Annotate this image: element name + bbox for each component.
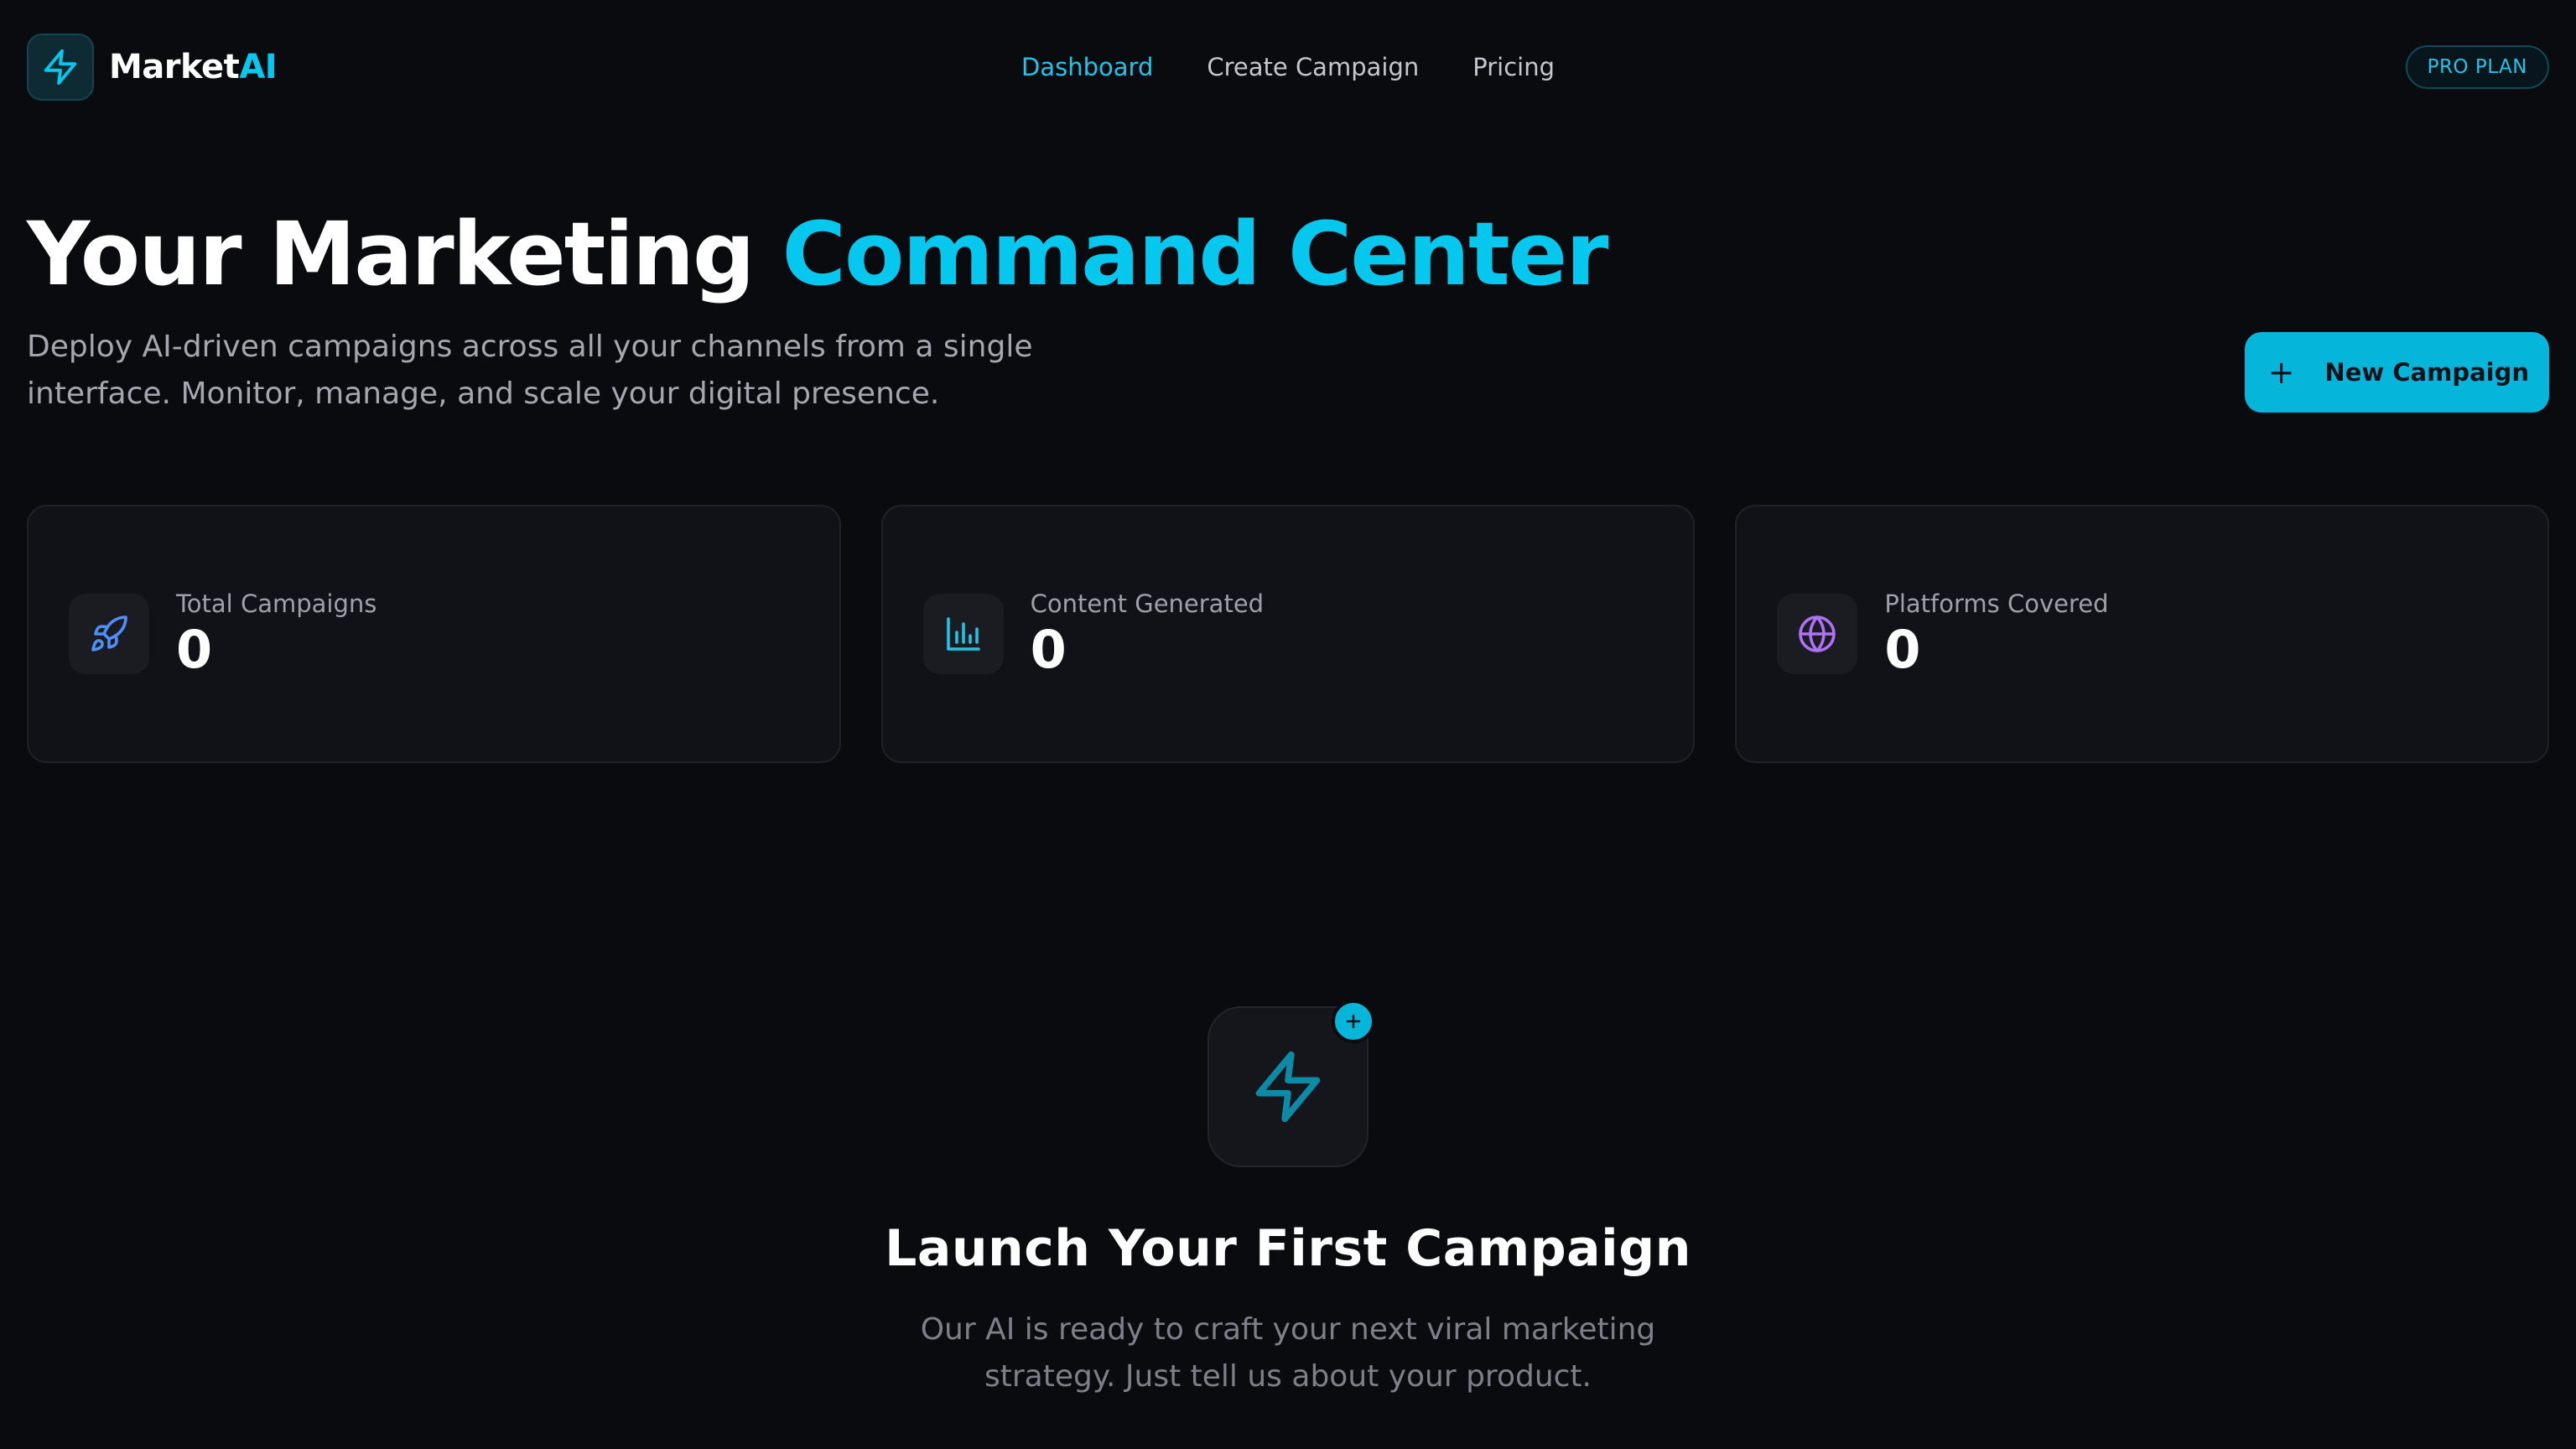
- logo-text-main: Market: [109, 48, 240, 86]
- logo-text: MarketAI: [109, 48, 278, 86]
- stats-row: Total Campaigns 0 Content Generated 0 Pl…: [27, 505, 2550, 764]
- stat-text: Platforms Covered 0: [1884, 589, 2108, 678]
- stat-value: 0: [1030, 619, 1067, 681]
- stat-label: Content Generated: [1030, 589, 1265, 619]
- empty-state-title: Launch Your First Campaign: [885, 1219, 1691, 1279]
- hero-section: Your Marketing Command Center Deploy AI-…: [27, 206, 2549, 418]
- stat-label: Platforms Covered: [1884, 589, 2109, 619]
- new-campaign-label: New Campaign: [2324, 358, 2529, 387]
- empty-state-description: Our AI is ready to craft your next viral…: [920, 1312, 1656, 1394]
- stat-value: 0: [176, 619, 213, 681]
- top-navigation-bar: MarketAI Dashboard Create Campaign Prici…: [27, 0, 2549, 134]
- plus-icon: +: [2267, 354, 2295, 391]
- nav-pricing[interactable]: Pricing: [1472, 53, 1555, 81]
- stat-card-total-campaigns: Total Campaigns 0: [27, 505, 841, 764]
- stat-label: Total Campaigns: [176, 589, 377, 619]
- nav-create-campaign[interactable]: Create Campaign: [1207, 53, 1419, 81]
- pro-plan-badge: PRO PLAN: [2405, 45, 2549, 89]
- page-title: Your Marketing Command Center: [27, 206, 2549, 302]
- stat-card-platforms-covered: Platforms Covered 0: [1735, 505, 2550, 764]
- page-title-accent: Command Center: [782, 203, 1609, 305]
- nav-dashboard[interactable]: Dashboard: [1021, 53, 1153, 81]
- add-badge-icon[interactable]: [1332, 1000, 1375, 1044]
- page-subtitle: Deploy AI-driven campaigns across all yo…: [27, 330, 1033, 412]
- bar-chart-icon: [922, 594, 1004, 675]
- stat-value: 0: [1884, 619, 1921, 681]
- page-title-main: Your Marketing: [27, 203, 782, 305]
- stat-text: Content Generated 0: [1031, 589, 1264, 678]
- empty-state-illustration: [1208, 1000, 1375, 1168]
- globe-icon: [1777, 594, 1858, 675]
- bolt-logo-icon: [27, 34, 94, 101]
- stat-text: Total Campaigns 0: [176, 589, 377, 678]
- stat-card-content-generated: Content Generated 0: [880, 505, 1696, 764]
- logo-text-accent: AI: [239, 48, 278, 86]
- main-nav: Dashboard Create Campaign Pricing: [1021, 53, 1555, 81]
- logo[interactable]: MarketAI: [27, 34, 278, 101]
- empty-state: Launch Your First Campaign Our AI is rea…: [27, 1000, 2549, 1400]
- dashboard-page: MarketAI Dashboard Create Campaign Prici…: [0, 0, 2576, 1449]
- new-campaign-button[interactable]: + New Campaign: [2244, 332, 2549, 413]
- rocket-icon: [69, 594, 149, 675]
